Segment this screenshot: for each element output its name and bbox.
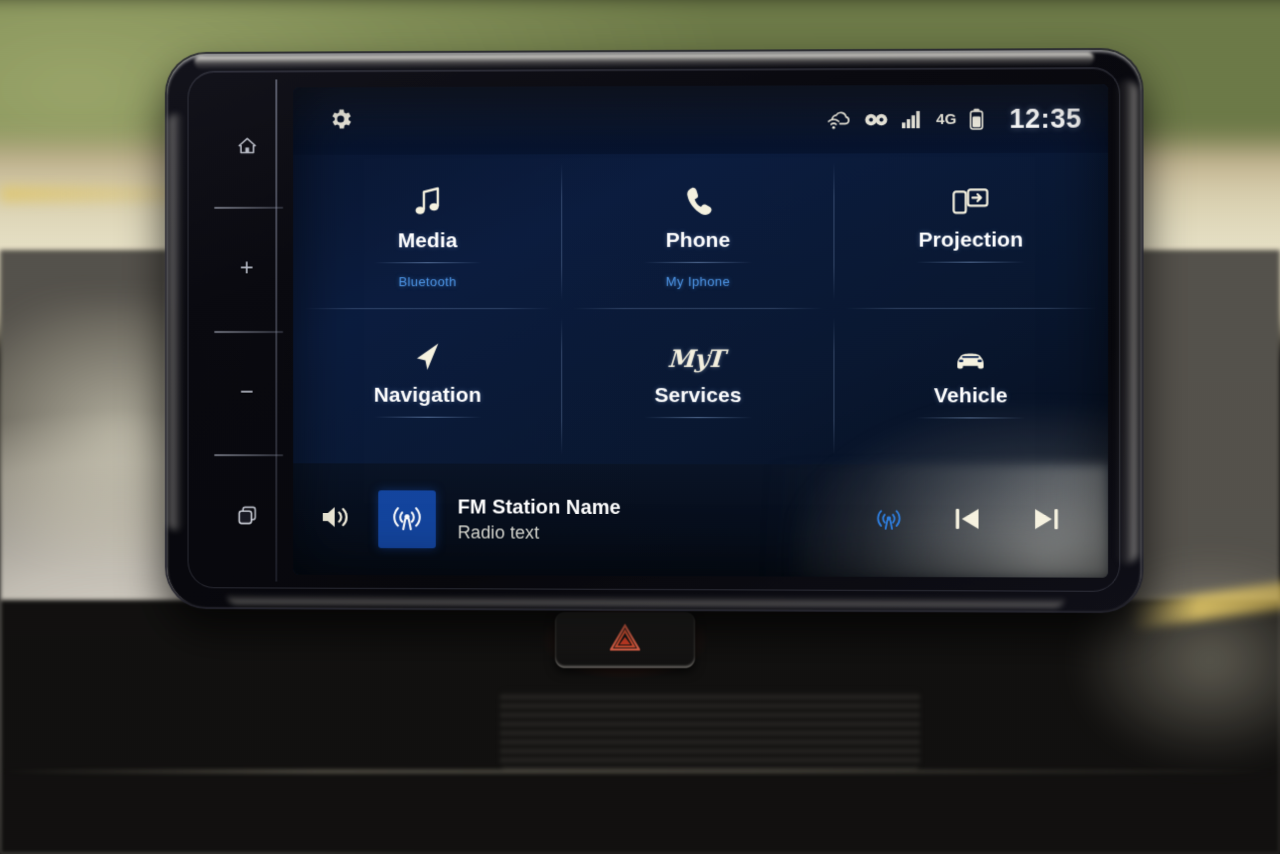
previous-track-button[interactable] (952, 503, 982, 538)
myt-logo: MyT (670, 329, 725, 373)
tile-label: Navigation (374, 384, 482, 408)
volume-up-key[interactable]: + (218, 207, 275, 331)
media-controls (874, 503, 1108, 539)
hazard-triangle-icon (610, 624, 640, 656)
track-title: FM Station Name (458, 496, 621, 519)
navigation-arrow-icon (413, 329, 443, 373)
radio-broadcast-icon (389, 499, 425, 540)
myt-logo-text: MyT (669, 344, 727, 373)
tile-label: Media (398, 229, 458, 253)
tile-projection[interactable]: Projection (834, 153, 1108, 309)
tile-sublabel: Bluetooth (398, 274, 456, 289)
bezel-highlight-top (194, 52, 1093, 70)
album-art[interactable] (378, 490, 436, 548)
dashboard-trim-line (0, 770, 1280, 773)
media-source-button[interactable] (874, 503, 904, 538)
screen-mirroring-icon (953, 173, 989, 217)
minus-icon: − (240, 380, 254, 404)
bezel-highlight-bottom (226, 594, 1066, 608)
volume-button[interactable] (293, 503, 378, 536)
air-vent (500, 690, 920, 770)
tile-vehicle[interactable]: Vehicle (834, 309, 1108, 465)
tile-phone[interactable]: Phone My Iphone (562, 153, 834, 309)
music-note-icon (413, 175, 443, 219)
tile-services[interactable]: MyT Services (562, 309, 834, 464)
tile-media[interactable]: Media Bluetooth (293, 154, 562, 309)
apps-icon (237, 506, 256, 525)
touchscreen-display[interactable]: 4G 12:35 Media Bluetooth Phone My Iphone… (293, 84, 1108, 577)
media-player-bar: FM Station Name Radio text (293, 463, 1108, 577)
home-key[interactable] (218, 83, 275, 207)
tile-underline (644, 417, 752, 418)
network-type-label: 4G (936, 110, 957, 127)
home-tile-grid: Media Bluetooth Phone My Iphone Projecti… (293, 153, 1108, 465)
phone-handset-icon (683, 174, 713, 218)
cloud-wifi-icon (825, 109, 850, 130)
radio-broadcast-icon (874, 503, 904, 538)
clock: 12:35 (1009, 103, 1081, 134)
gear-icon (328, 106, 354, 137)
skip-previous-icon (952, 503, 982, 538)
link-icon (864, 112, 889, 127)
signal-bars-icon (902, 110, 923, 129)
status-bar: 4G 12:35 (293, 84, 1108, 155)
speaker-volume-icon (320, 503, 352, 536)
hazard-warning-button[interactable] (555, 612, 695, 668)
plus-icon: + (240, 257, 254, 281)
tile-label: Vehicle (934, 384, 1008, 408)
apps-key[interactable] (218, 454, 275, 578)
tile-underline (374, 417, 481, 418)
volume-down-key[interactable]: − (218, 331, 275, 455)
settings-button[interactable] (303, 105, 378, 136)
tile-label: Services (654, 384, 741, 408)
tile-navigation[interactable]: Navigation (293, 309, 562, 464)
hard-key-divider (275, 79, 277, 581)
skip-next-icon (1031, 504, 1061, 539)
next-track-button[interactable] (1031, 504, 1061, 539)
home-icon (237, 137, 256, 154)
battery-icon (970, 108, 984, 130)
infotainment-scene: + − 4G 12:35 Media Bluetooth Phone My Ip… (0, 0, 1280, 854)
status-indicators: 4G 12:35 (825, 103, 1108, 135)
tile-underline (374, 262, 481, 263)
tile-underline (916, 262, 1025, 263)
tile-sublabel: My Iphone (666, 274, 730, 289)
car-icon (954, 329, 988, 373)
head-unit: + − 4G 12:35 Media Bluetooth Phone My Ip… (167, 50, 1142, 611)
tile-label: Phone (666, 229, 731, 253)
track-subtitle: Radio text (458, 522, 621, 543)
bezel-highlight-left (169, 114, 183, 531)
tile-underline (644, 262, 752, 263)
tile-underline (916, 417, 1025, 418)
track-info: FM Station Name Radio text (458, 496, 621, 543)
tile-label: Projection (918, 228, 1023, 252)
hard-key-column: + − (218, 83, 275, 577)
